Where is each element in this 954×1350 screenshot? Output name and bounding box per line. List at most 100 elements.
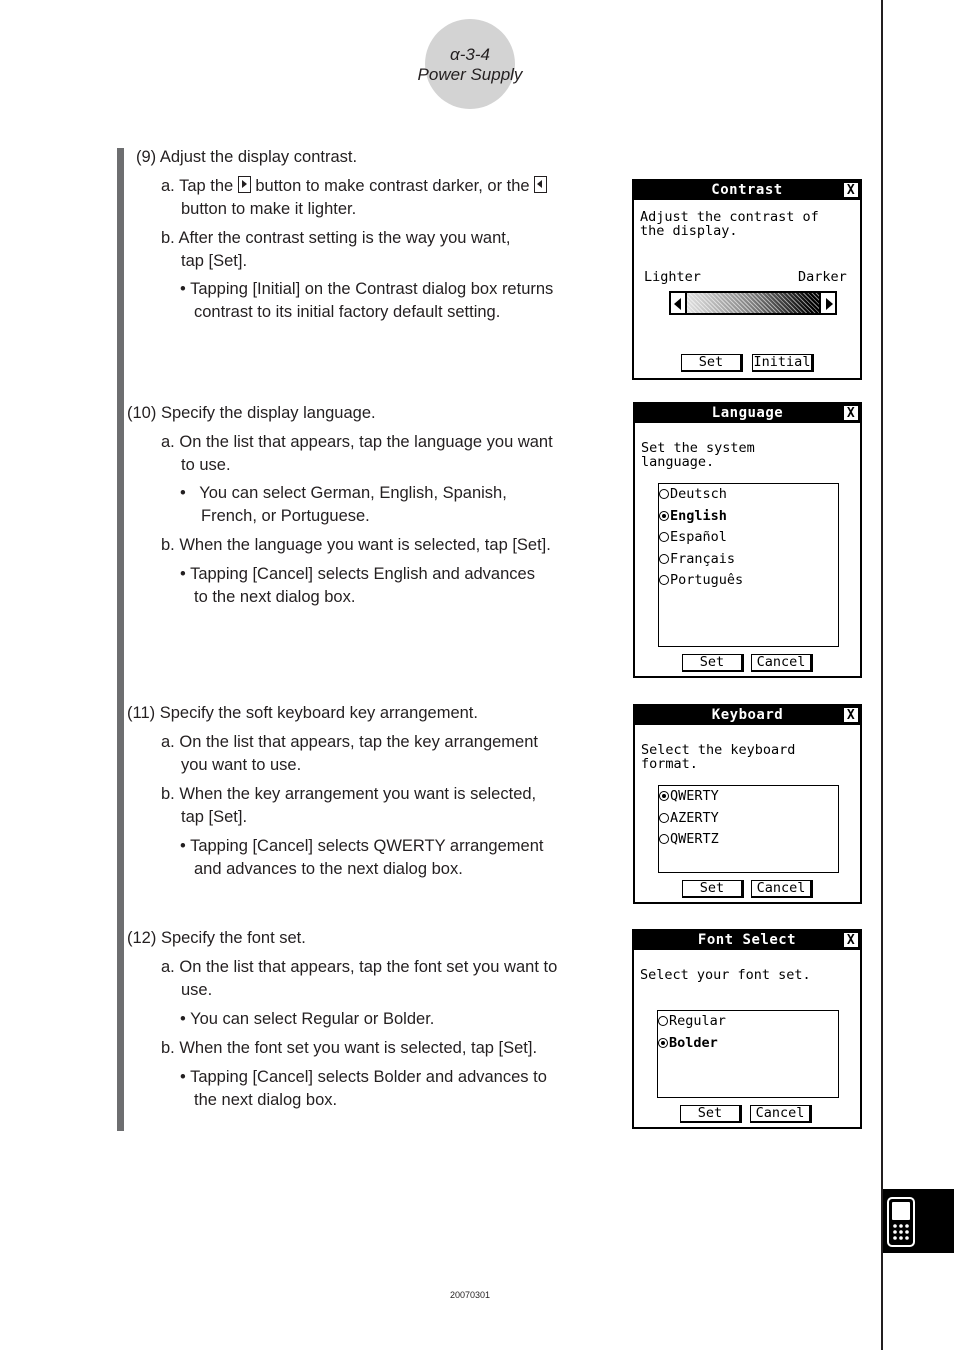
step-title: Specify the font set. — [160, 929, 306, 947]
step-12-a-cont: use. — [181, 981, 213, 999]
language-list: Deutsch English Español Français Portugu… — [658, 483, 839, 647]
dialog-title: Keyboard — [711, 707, 784, 723]
step-9-heading: (9) Adjust the display contrast. — [136, 146, 357, 169]
keyboard-option-qwerty[interactable]: QWERTY — [659, 787, 719, 805]
right-arrow-button-icon — [237, 176, 251, 193]
option-label: Regular — [669, 1013, 726, 1029]
radio-off-icon — [658, 1016, 668, 1026]
contrast-dialog: Contrast X Adjust the contrast of the di… — [632, 179, 862, 380]
bullet: • — [180, 1010, 186, 1028]
darker-label: Darker — [798, 269, 847, 285]
list-marker: b. — [161, 785, 175, 803]
instruction-text: When the font set you want is selected, … — [179, 1039, 538, 1057]
dialog-title-bar: Language X — [635, 404, 860, 423]
note-text: Tapping [Cancel] selects QWERTY arrangem… — [190, 837, 544, 855]
option-label: Português — [670, 572, 744, 588]
initial-button[interactable]: Initial — [752, 354, 814, 372]
step-11-note-cont: and advances to the next dialog box. — [194, 860, 463, 878]
language-option-english[interactable]: English — [659, 507, 727, 525]
close-icon[interactable]: X — [844, 183, 858, 197]
set-button[interactable]: Set — [682, 654, 744, 672]
font-select-dialog: Font Select X Select your font set. Regu… — [632, 929, 862, 1129]
footer-code: 20070301 — [449, 1290, 491, 1300]
page-edge-rule — [881, 0, 883, 1350]
instruction-text: On the list that appears, tap the langua… — [179, 433, 553, 451]
cancel-button[interactable]: Cancel — [751, 880, 813, 898]
radio-off-icon — [659, 834, 669, 844]
step-12-note-cont: the next dialog box. — [194, 1091, 338, 1109]
step-9-a: a. Tap the button to make contrast darke… — [161, 175, 548, 198]
step-10-b: b. When the language you want is selecte… — [161, 534, 551, 557]
step-number: (11) — [127, 704, 156, 722]
keyboard-list: QWERTY AZERTY QWERTZ — [658, 785, 839, 873]
chapter-tab — [883, 1189, 954, 1253]
set-button[interactable]: Set — [680, 1105, 742, 1123]
dialog-message: Select the keyboard format. — [641, 742, 796, 772]
language-option-francais[interactable]: Français — [659, 550, 735, 568]
radio-on-icon — [658, 1038, 668, 1048]
step-10-a-note: • You can select German, English, Spanis… — [180, 482, 507, 505]
radio-off-icon — [659, 489, 669, 499]
list-marker: b. — [161, 1039, 175, 1057]
list-marker: a. — [161, 177, 175, 195]
bullet: • — [180, 1068, 186, 1086]
dialog-title-bar: Font Select X — [634, 931, 860, 950]
dialog-message: Set the system language. — [641, 440, 755, 470]
radio-off-icon — [659, 532, 669, 542]
bullet: • — [180, 565, 186, 583]
step-10-a: a. On the list that appears, tap the lan… — [161, 431, 553, 454]
step-9-a-cont: button to make it lighter. — [181, 200, 357, 218]
contrast-slider[interactable] — [685, 291, 821, 315]
option-label: Deutsch — [670, 486, 727, 502]
step-11-heading: (11) Specify the soft keyboard key arran… — [127, 702, 478, 725]
keyboard-option-qwertz[interactable]: QWERTZ — [659, 830, 719, 848]
language-option-espanol[interactable]: Español — [659, 528, 727, 546]
option-label: Français — [670, 551, 736, 567]
instruction-text: When the key arrangement you want is sel… — [179, 785, 537, 803]
cancel-button[interactable]: Cancel — [751, 654, 813, 672]
font-option-bolder[interactable]: Bolder — [658, 1034, 718, 1052]
darker-arrow-button[interactable] — [819, 291, 837, 315]
step-12-a-note: • You can select Regular or Bolder. — [180, 1008, 434, 1031]
step-10-a-cont: to use. — [181, 456, 231, 474]
step-11-a: a. On the list that appears, tap the key… — [161, 731, 538, 754]
note-text: You can select Regular or Bolder. — [190, 1010, 435, 1028]
cancel-button[interactable]: Cancel — [750, 1105, 812, 1123]
procedure-sidebar-bar — [117, 148, 124, 1131]
step-9-note-cont: contrast to its initial factory default … — [194, 303, 501, 321]
list-marker: a. — [161, 733, 175, 751]
bullet: • — [180, 484, 186, 502]
lighter-label: Lighter — [644, 269, 701, 285]
keyboard-option-azerty[interactable]: AZERTY — [659, 809, 719, 827]
close-icon[interactable]: X — [844, 933, 858, 947]
list-marker: b. — [161, 536, 175, 554]
instruction-text: On the list that appears, tap the font s… — [179, 958, 558, 976]
dialog-message: Select your font set. — [640, 967, 811, 983]
close-icon[interactable]: X — [844, 708, 858, 722]
language-option-deutsch[interactable]: Deutsch — [659, 485, 727, 503]
set-button[interactable]: Set — [681, 354, 743, 372]
step-9-b-cont: tap [Set]. — [181, 252, 248, 270]
dialog-title-bar: Contrast X — [634, 181, 860, 200]
instruction-text: On the list that appears, tap the key ar… — [179, 733, 538, 751]
set-button[interactable]: Set — [682, 880, 744, 898]
section-title: Power Supply — [417, 65, 523, 84]
step-12-note: • Tapping [Cancel] selects Bolder and ad… — [180, 1066, 547, 1089]
step-11-a-cont: you want to use. — [181, 756, 302, 774]
instruction-text: After the contrast setting is the way yo… — [178, 229, 511, 247]
step-title: Specify the soft keyboard key arrangemen… — [159, 704, 478, 722]
option-label: QWERTZ — [670, 831, 719, 847]
list-marker: a. — [161, 958, 175, 976]
language-option-portugues[interactable]: Português — [659, 571, 743, 589]
step-11-b: b. When the key arrangement you want is … — [161, 783, 536, 806]
radio-off-icon — [659, 554, 669, 564]
close-icon[interactable]: X — [844, 406, 858, 420]
step-12-a: a. On the list that appears, tap the fon… — [161, 956, 557, 979]
step-11-note: • Tapping [Cancel] selects QWERTY arrang… — [180, 835, 543, 858]
font-option-regular[interactable]: Regular — [658, 1012, 726, 1030]
bullet: • — [180, 280, 186, 298]
step-9-b: b. After the contrast setting is the way… — [161, 227, 510, 250]
instruction-text: Tap the — [179, 177, 234, 195]
option-label: English — [670, 508, 727, 524]
dialog-title: Contrast — [711, 182, 783, 198]
